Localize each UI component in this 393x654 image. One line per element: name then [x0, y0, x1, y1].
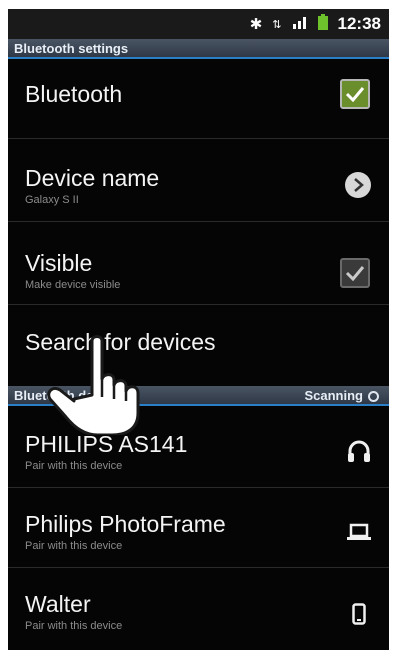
- device-name-row[interactable]: Device name Galaxy S II: [8, 139, 389, 221]
- status-icons: ✱ ⇅ 12:38: [250, 14, 381, 34]
- device-name-value: Galaxy S II: [25, 194, 79, 206]
- visible-label: Visible: [25, 250, 93, 276]
- pointing-hand-icon: [47, 335, 140, 435]
- laptop-icon: [343, 516, 375, 548]
- section-header-bluetooth-settings: Bluetooth settings: [8, 39, 389, 59]
- signal-icon: [292, 15, 308, 33]
- status-bar: ✱ ⇅ 12:38: [8, 9, 389, 39]
- visible-description: Make device visible: [25, 279, 121, 291]
- visible-checkbox[interactable]: [340, 258, 370, 288]
- scanning-label: Scanning: [304, 388, 363, 403]
- device-name-label: Device name: [25, 165, 160, 191]
- bluetooth-checkbox[interactable]: [340, 79, 370, 109]
- headphones-icon: [343, 435, 375, 467]
- scanning-indicator: Scanning: [304, 386, 379, 406]
- phone-icon: [343, 598, 375, 630]
- device-list-item[interactable]: Philips PhotoFrame Pair with this device: [8, 488, 389, 567]
- checkmark-icon: [345, 87, 365, 102]
- chevron-right-icon[interactable]: [345, 172, 371, 198]
- section-title: Bluetooth settings: [14, 41, 129, 56]
- bluetooth-icon: ✱: [249, 16, 263, 33]
- bluetooth-label: Bluetooth: [25, 81, 123, 107]
- bluetooth-toggle-row[interactable]: Bluetooth: [8, 61, 389, 127]
- device-action-hint: Pair with this device: [25, 620, 123, 632]
- battery-icon: [317, 14, 328, 34]
- network-type-icon: ⇅: [272, 18, 282, 31]
- clock: 12:38: [337, 14, 381, 33]
- spinner-icon: [368, 390, 379, 402]
- device-name: Philips PhotoFrame: [25, 511, 226, 537]
- device-list-item[interactable]: Walter Pair with this device: [8, 568, 389, 650]
- device-name: Walter: [25, 591, 91, 617]
- device-action-hint: Pair with this device: [25, 540, 123, 552]
- phone-screen: ✱ ⇅ 12:38 Bluetooth settings Bluetooth D…: [8, 9, 389, 650]
- checkmark-icon: [345, 266, 365, 281]
- visible-toggle-row[interactable]: Visible Make device visible: [8, 222, 389, 304]
- device-action-hint: Pair with this device: [25, 460, 123, 472]
